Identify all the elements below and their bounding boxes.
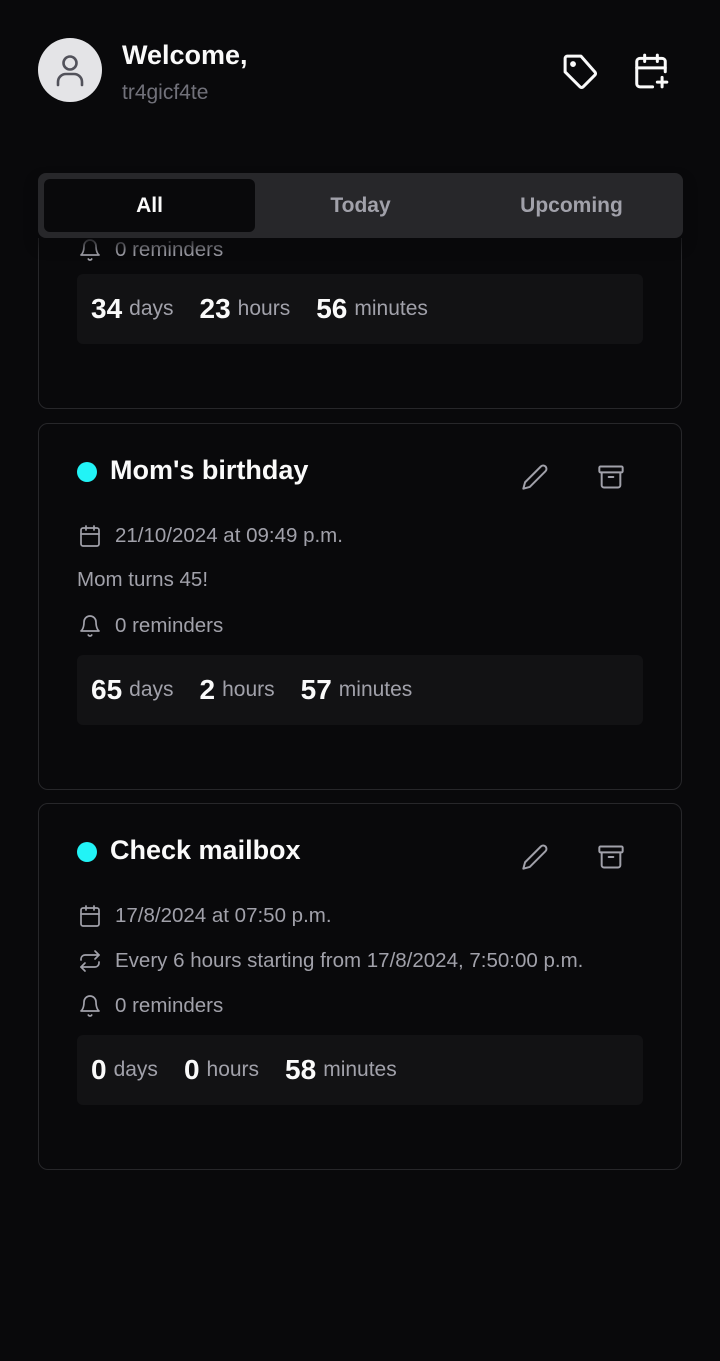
countdown-days: 65 — [91, 674, 123, 705]
reminders-count: 0 reminders — [115, 238, 224, 261]
event-card: 0 reminders 34 days 23 hours 56 minutes — [38, 238, 682, 409]
archive-button[interactable] — [594, 840, 628, 874]
event-repeat: Every 6 hours starting from 17/8/2024, 7… — [115, 949, 584, 972]
tab-upcoming[interactable]: Upcoming — [466, 179, 677, 232]
countdown: 65 days 2 hours 57 minutes — [77, 655, 643, 725]
calendar-plus-icon — [635, 53, 669, 89]
calendar-icon — [77, 903, 103, 929]
edit-button[interactable] — [518, 460, 552, 494]
date-row: 21/10/2024 at 09:49 p.m. — [77, 523, 343, 549]
event-card: Check mailbox 17/8/2024 at 07:50 p.m. Ev… — [38, 803, 682, 1170]
countdown: 34 days 23 hours 56 minutes — [77, 274, 643, 344]
countdown-hours-label: hours — [237, 297, 291, 320]
countdown-hours: 2 — [199, 674, 216, 705]
reminders-count: 0 reminders — [115, 614, 224, 637]
countdown-minutes: 56 — [316, 293, 348, 324]
add-event-button[interactable] — [630, 50, 672, 92]
filter-tabs: All Today Upcoming — [38, 173, 683, 238]
repeat-icon — [77, 948, 103, 974]
tags-button[interactable] — [559, 50, 601, 92]
avatar[interactable] — [38, 38, 102, 102]
countdown-days-label: days — [129, 678, 174, 701]
date-row: 17/8/2024 at 07:50 p.m. — [77, 903, 332, 929]
reminders-row: 0 reminders — [77, 613, 223, 639]
countdown-minutes: 58 — [285, 1054, 317, 1085]
countdown-days: 34 — [91, 293, 123, 324]
event-color-dot — [77, 842, 97, 862]
pencil-icon — [522, 844, 548, 870]
edit-button[interactable] — [518, 840, 552, 874]
countdown-days: 0 — [91, 1054, 107, 1085]
countdown: 0 days 0 hours 58 minutes — [77, 1035, 643, 1105]
tab-today[interactable]: Today — [255, 179, 466, 232]
countdown-hours: 23 — [199, 293, 231, 324]
header: Welcome, tr4gicf4te — [38, 38, 682, 104]
archive-icon — [598, 845, 624, 869]
calendar-icon — [77, 523, 103, 549]
bell-icon — [77, 993, 103, 1019]
archive-button[interactable] — [594, 460, 628, 494]
welcome-heading: Welcome, — [122, 40, 248, 70]
tag-icon — [563, 54, 598, 89]
countdown-days-label: days — [113, 1058, 158, 1081]
countdown-days-label: days — [129, 297, 174, 320]
event-title: Check mailbox — [110, 835, 301, 865]
bell-icon — [77, 238, 103, 263]
reminders-count: 0 reminders — [115, 994, 224, 1017]
event-date: 17/8/2024 at 07:50 p.m. — [115, 904, 332, 927]
countdown-hours: 0 — [183, 1054, 200, 1085]
event-color-dot — [77, 462, 97, 482]
event-date: 21/10/2024 at 09:49 p.m. — [115, 524, 343, 547]
user-icon — [56, 55, 84, 87]
pencil-icon — [522, 464, 548, 490]
countdown-minutes-label: minutes — [354, 297, 428, 320]
archive-icon — [598, 465, 624, 489]
repeat-row: Every 6 hours starting from 17/8/2024, 7… — [77, 948, 583, 974]
countdown-minutes-label: minutes — [338, 678, 413, 701]
countdown-hours-label: hours — [222, 678, 275, 701]
reminders-row: 0 reminders — [77, 238, 223, 263]
reminders-row: 0 reminders — [77, 993, 223, 1019]
event-description: Mom turns 45! — [77, 568, 209, 591]
tab-all[interactable]: All — [44, 179, 255, 232]
events-list: 0 reminders 34 days 23 hours 56 minutes … — [38, 238, 682, 1238]
countdown-hours-label: hours — [206, 1058, 260, 1081]
username: tr4gicf4te — [122, 81, 209, 104]
countdown-minutes-label: minutes — [323, 1058, 397, 1081]
bell-icon — [77, 613, 103, 639]
event-title: Mom's birthday — [110, 455, 309, 485]
event-card: Mom's birthday 21/10/2024 at 09:49 p.m. … — [38, 423, 682, 790]
countdown-minutes: 57 — [300, 674, 332, 705]
